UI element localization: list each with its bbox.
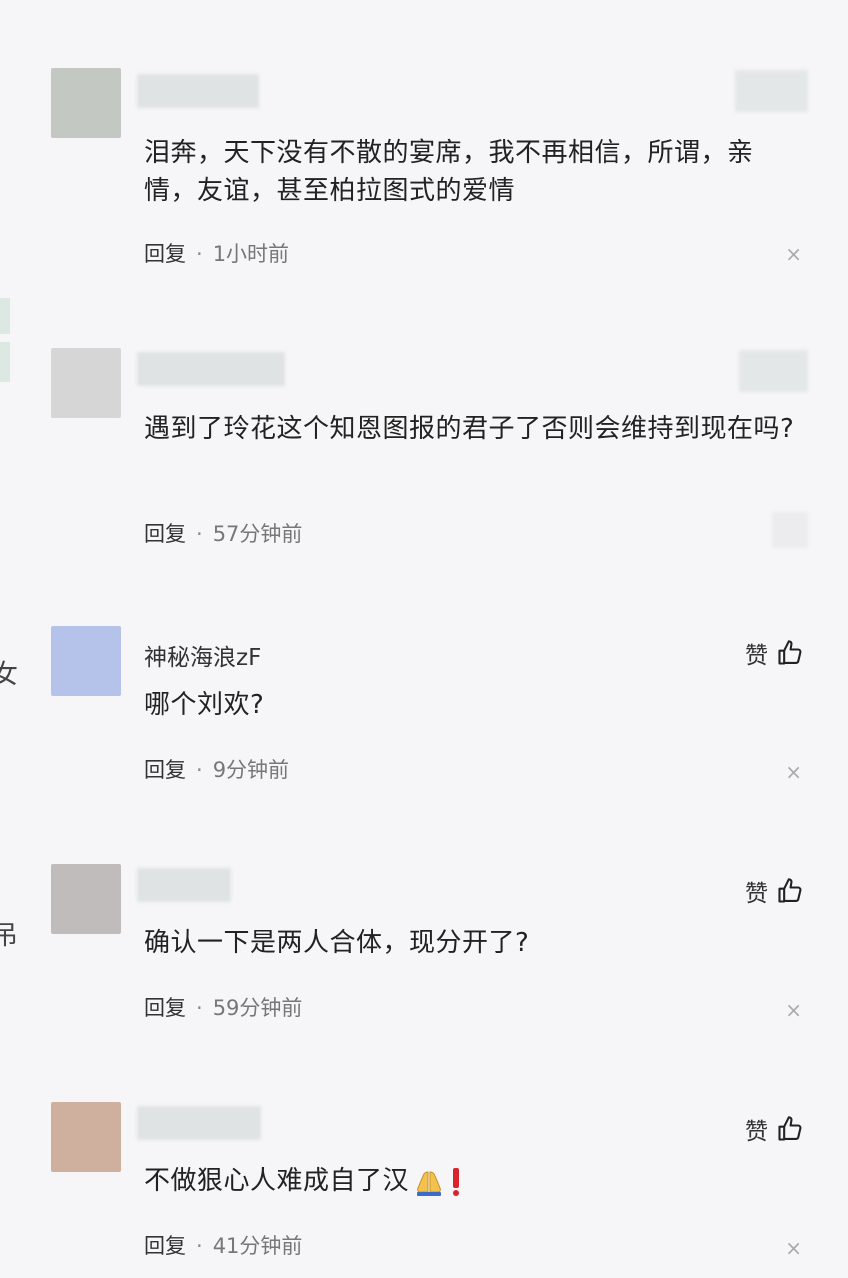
thumbs-up-icon xyxy=(778,878,802,903)
like-label: 赞 xyxy=(745,643,768,669)
comment-meta: 回复 · 9分钟前 xyxy=(144,754,289,784)
comment-text-content: 不做狠心人难成自了汉 xyxy=(144,1166,410,1196)
close-icon[interactable]: × xyxy=(785,760,802,784)
avatar[interactable] xyxy=(51,626,121,696)
comment-text: 遇到了玲花这个知恩图报的君子了否则会维持到现在吗? xyxy=(144,414,795,444)
like-button[interactable]: 赞 xyxy=(745,636,804,670)
folded-hands-emoji xyxy=(417,1170,442,1196)
separator-dot: · xyxy=(196,996,203,1020)
timestamp: 57分钟前 xyxy=(212,522,303,546)
separator-dot: · xyxy=(196,242,203,266)
reply-button[interactable]: 回复 xyxy=(144,996,186,1020)
thumbs-up-icon xyxy=(778,1116,802,1141)
timestamp: 9分钟前 xyxy=(212,758,290,782)
close-icon[interactable]: × xyxy=(785,1236,802,1260)
username-redacted xyxy=(137,868,231,902)
like-label: 赞 xyxy=(745,1119,768,1145)
comment-meta: 回复 · 57分钟前 xyxy=(144,518,302,548)
separator-dot: · xyxy=(196,1234,203,1258)
separator-dot: · xyxy=(196,758,203,782)
comment-text: 哪个刘欢? xyxy=(144,690,265,720)
comment-meta: 回复 · 1小时前 xyxy=(144,238,289,268)
username-redacted xyxy=(137,1106,261,1140)
avatar[interactable] xyxy=(51,1102,121,1172)
timestamp: 41分钟前 xyxy=(212,1234,303,1258)
reply-button[interactable]: 回复 xyxy=(144,1234,186,1258)
like-label: 赞 xyxy=(745,881,768,907)
reply-button[interactable]: 回复 xyxy=(144,522,186,546)
reply-button[interactable]: 回复 xyxy=(144,242,186,266)
avatar[interactable] xyxy=(51,864,121,934)
timestamp: 59分钟前 xyxy=(212,996,303,1020)
username[interactable]: 神秘海浪zF xyxy=(144,638,261,672)
exclamation-emoji xyxy=(453,1167,460,1196)
username-redacted xyxy=(137,74,259,108)
timestamp: 1小时前 xyxy=(212,242,290,266)
edge-strip xyxy=(0,298,10,334)
close-icon[interactable]: × xyxy=(785,242,802,266)
comment-text: 泪奔，天下没有不散的宴席，我不再相信，所谓，亲情，友谊，甚至柏拉图式的爱情 xyxy=(144,138,754,206)
cropped-glyph: 吊 xyxy=(0,921,19,951)
like-button[interactable]: 赞 xyxy=(745,874,804,908)
comment-text: 确认一下是两人合体，现分开了? xyxy=(144,928,530,958)
username-redacted xyxy=(137,352,285,386)
redacted-block xyxy=(735,70,808,112)
like-button[interactable]: 赞 xyxy=(745,1112,804,1146)
comment-meta: 回复 · 41分钟前 xyxy=(144,1230,302,1260)
comment-meta: 回复 · 59分钟前 xyxy=(144,992,302,1022)
separator-dot: · xyxy=(196,522,203,546)
avatar[interactable] xyxy=(51,68,121,138)
close-icon[interactable]: × xyxy=(785,998,802,1022)
edge-strip xyxy=(0,342,10,382)
redacted-block xyxy=(739,350,808,392)
reply-button[interactable]: 回复 xyxy=(144,758,186,782)
comment-text: 不做狠心人难成自了汉 xyxy=(144,1162,799,1200)
cropped-glyph: 女 xyxy=(0,660,19,690)
thumbs-up-icon xyxy=(778,640,802,665)
redacted-block xyxy=(772,512,808,548)
avatar[interactable] xyxy=(51,348,121,418)
